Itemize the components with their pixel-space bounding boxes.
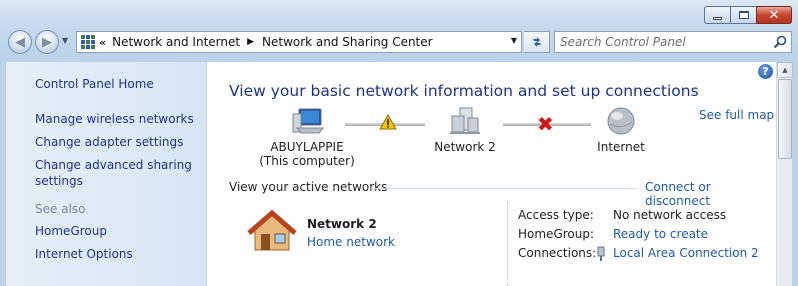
sidebar-item-control-panel-home[interactable]: Control Panel Home: [35, 76, 154, 92]
close-button[interactable]: ✕: [756, 6, 792, 24]
globe-icon: [607, 107, 635, 135]
task-pane: Control Panel Home Manage wireless netwo…: [6, 62, 206, 286]
scroll-up-button[interactable]: ▲: [777, 62, 793, 78]
forward-button[interactable]: ▶: [35, 30, 59, 54]
x-icon[interactable]: ✖: [537, 114, 554, 134]
access-type-value: No network access: [613, 208, 727, 222]
homegroup-label: HomeGroup:: [518, 227, 595, 241]
see-full-map-link[interactable]: See full map: [699, 108, 774, 122]
sidebar-item-change-adapter-settings[interactable]: Change adapter settings: [35, 134, 183, 150]
computer-icon: [292, 108, 325, 134]
breadcrumb-separator[interactable]: ▶: [247, 37, 254, 47]
address-dropdown-button[interactable]: ▼: [511, 36, 517, 45]
network-node-name: Network 2: [434, 140, 496, 154]
sidebar-item-manage-wireless-networks[interactable]: Manage wireless networks: [35, 111, 194, 127]
see-also-heading: See also: [35, 202, 86, 216]
main-content: ? View your basic network information an…: [207, 62, 776, 286]
back-arrow-icon: ◀: [15, 34, 25, 50]
internet-node-name: Internet: [597, 140, 645, 154]
page-title: View your basic network information and …: [229, 82, 699, 100]
close-icon: ✕: [768, 7, 780, 23]
caption-buttons: ✕: [704, 6, 792, 24]
active-network-name: Network 2: [307, 217, 377, 231]
navigation-bar: ◀ ▶ ▼ « Network and Internet ▶ Network a…: [6, 29, 792, 55]
search-icon[interactable]: [773, 35, 787, 49]
network-icon: [450, 107, 480, 134]
help-icon[interactable]: ?: [758, 64, 773, 79]
search-box[interactable]: [554, 31, 792, 53]
network-type-link[interactable]: Home network: [307, 235, 395, 249]
connections-label: Connections:: [518, 246, 597, 260]
sidebar-item-internet-options[interactable]: Internet Options: [35, 246, 133, 262]
search-input[interactable]: [555, 32, 765, 52]
forward-arrow-icon: ▶: [42, 34, 52, 50]
scroll-thumb[interactable]: [778, 79, 792, 159]
map-node-internet[interactable]: Internet: [589, 106, 653, 154]
breadcrumb-network-and-internet[interactable]: Network and Internet: [112, 35, 240, 49]
address-overflow-chevron[interactable]: «: [99, 36, 106, 49]
window-frame: ✕ ◀ ▶ ▼ « Network and Internet ▶ Network…: [0, 0, 798, 286]
connection-icon: [597, 246, 605, 261]
homegroup-ready-link[interactable]: Ready to create: [613, 227, 708, 241]
control-panel-icon: [81, 35, 95, 49]
back-button[interactable]: ◀: [8, 30, 32, 54]
warning-icon[interactable]: [379, 114, 397, 130]
vertical-divider: [507, 202, 508, 286]
access-type-label: Access type:: [518, 208, 594, 222]
sidebar-item-homegroup[interactable]: HomeGroup: [35, 223, 107, 239]
vertical-scrollbar[interactable]: ▲: [776, 62, 793, 286]
computer-name: ABUYLAPPIE: [270, 140, 344, 154]
breadcrumb-network-and-sharing-center[interactable]: Network and Sharing Center: [262, 35, 433, 49]
refresh-button[interactable]: [524, 31, 550, 53]
section-divider: [371, 188, 637, 189]
address-bar[interactable]: « Network and Internet ▶ Network and Sha…: [76, 31, 522, 53]
minimize-icon: [713, 16, 722, 20]
map-node-network[interactable]: Network 2: [425, 106, 505, 154]
computer-subtitle: (This computer): [259, 154, 355, 168]
maximize-button[interactable]: [730, 6, 756, 24]
active-networks-heading: View your active networks: [229, 180, 388, 194]
local-area-connection-link[interactable]: Local Area Connection 2: [613, 246, 759, 260]
recent-pages-dropdown[interactable]: ▼: [62, 36, 68, 45]
connect-or-disconnect-link[interactable]: Connect or disconnect: [645, 180, 776, 208]
maximize-icon: [738, 11, 749, 19]
house-icon: [247, 210, 297, 251]
sidebar-item-change-advanced-sharing-settings[interactable]: Change advanced sharing settings: [35, 157, 195, 189]
minimize-button[interactable]: [704, 6, 730, 24]
refresh-icon: [532, 37, 541, 47]
map-node-computer[interactable]: ABUYLAPPIE (This computer): [259, 106, 355, 168]
